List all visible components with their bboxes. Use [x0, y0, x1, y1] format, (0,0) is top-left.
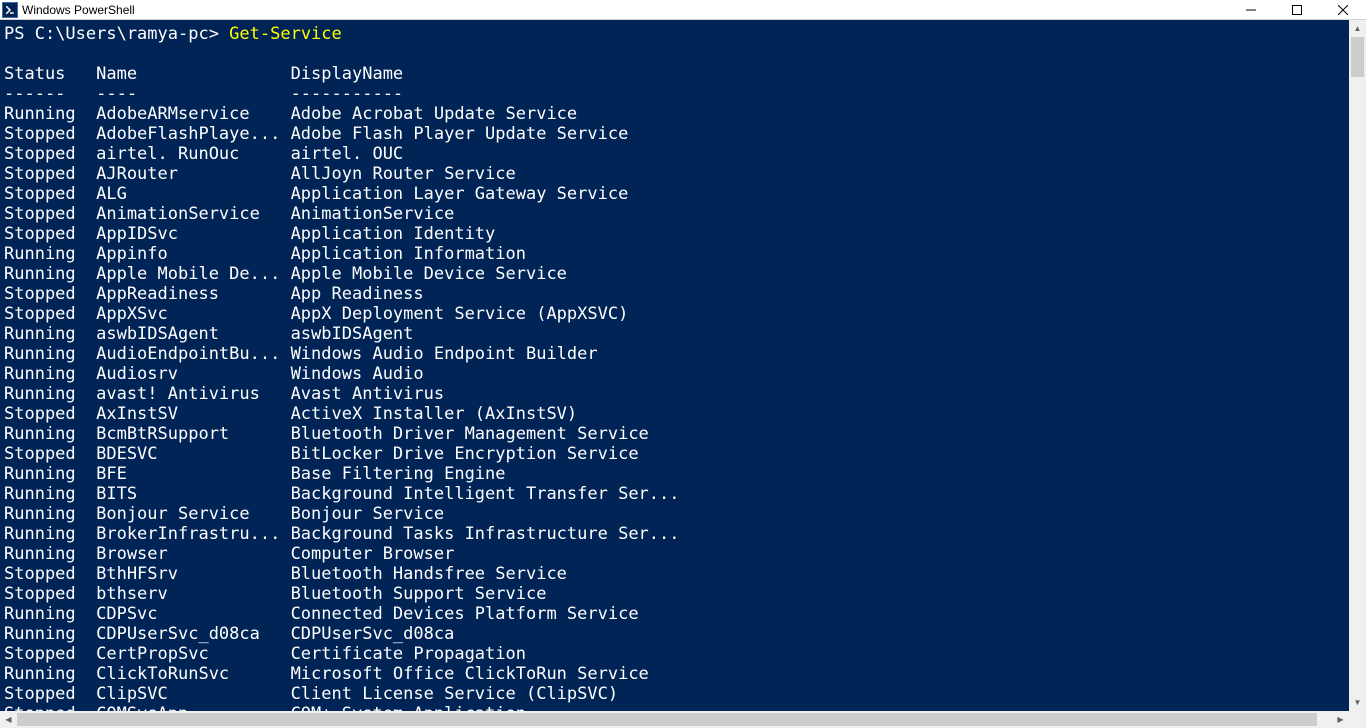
- horizontal-scroll-thumb[interactable]: [17, 713, 1317, 726]
- service-row: Stopped AdobeFlashPlaye... Adobe Flash P…: [4, 124, 1349, 144]
- scroll-up-arrow-icon[interactable]: ▲: [1349, 20, 1366, 37]
- service-row: Running ClickToRunSvc Microsoft Office C…: [4, 664, 1349, 684]
- service-row: Running AudioEndpointBu... Windows Audio…: [4, 344, 1349, 364]
- command-text: Get-Service: [229, 24, 342, 44]
- column-separator-row: ------ ---- -----------: [4, 84, 1349, 104]
- service-row: Stopped airtel. RunOuc airtel. OUC: [4, 144, 1349, 164]
- service-row: Stopped AnimationService AnimationServic…: [4, 204, 1349, 224]
- service-row: Stopped AppIDSvc Application Identity: [4, 224, 1349, 244]
- service-row: Running BcmBtRSupport Bluetooth Driver M…: [4, 424, 1349, 444]
- window-titlebar: Windows PowerShell: [0, 0, 1366, 20]
- scrollbar-corner: [1349, 711, 1366, 728]
- blank-line: [4, 44, 1349, 64]
- service-row: Stopped COMSysApp COM+ System Applicatio…: [4, 704, 1349, 711]
- terminal-area: PS C:\Users\ramya-pc> Get-Service Status…: [0, 20, 1366, 711]
- window-controls: [1228, 0, 1366, 19]
- service-row: Running avast! Antivirus Avast Antivirus: [4, 384, 1349, 404]
- terminal-output[interactable]: PS C:\Users\ramya-pc> Get-Service Status…: [0, 20, 1349, 711]
- prompt-line: PS C:\Users\ramya-pc> Get-Service: [4, 24, 1349, 44]
- service-row: Stopped AppXSvc AppX Deployment Service …: [4, 304, 1349, 324]
- close-button[interactable]: [1320, 0, 1366, 20]
- horizontal-scrollbar[interactable]: ◀ ▶: [0, 711, 1366, 728]
- service-row: Running CDPSvc Connected Devices Platfor…: [4, 604, 1349, 624]
- service-row: Stopped CertPropSvc Certificate Propagat…: [4, 644, 1349, 664]
- service-row: Running Audiosrv Windows Audio: [4, 364, 1349, 384]
- service-row: Stopped BDESVC BitLocker Drive Encryptio…: [4, 444, 1349, 464]
- service-row: Stopped BthHFSrv Bluetooth Handsfree Ser…: [4, 564, 1349, 584]
- maximize-button[interactable]: [1274, 0, 1320, 20]
- prompt-text: PS C:\Users\ramya-pc>: [4, 24, 229, 44]
- service-row: Stopped ClipSVC Client License Service (…: [4, 684, 1349, 704]
- vertical-scroll-thumb[interactable]: [1351, 37, 1364, 77]
- service-row: Running AdobeARMservice Adobe Acrobat Up…: [4, 104, 1349, 124]
- vertical-scrollbar[interactable]: ▲ ▼: [1349, 20, 1366, 711]
- column-header-row: Status Name DisplayName: [4, 64, 1349, 84]
- minimize-button[interactable]: [1228, 0, 1274, 20]
- window-title: Windows PowerShell: [22, 3, 135, 17]
- service-row: Running Appinfo Application Information: [4, 244, 1349, 264]
- service-row: Stopped AxInstSV ActiveX Installer (AxIn…: [4, 404, 1349, 424]
- scroll-left-arrow-icon[interactable]: ◀: [0, 711, 17, 728]
- service-row: Running Apple Mobile De... Apple Mobile …: [4, 264, 1349, 284]
- scroll-down-arrow-icon[interactable]: ▼: [1349, 694, 1366, 711]
- scroll-right-arrow-icon[interactable]: ▶: [1332, 711, 1349, 728]
- service-row: Running BITS Background Intelligent Tran…: [4, 484, 1349, 504]
- service-row: Stopped AJRouter AllJoyn Router Service: [4, 164, 1349, 184]
- powershell-icon: [2, 2, 18, 18]
- service-row: Running aswbIDSAgent aswbIDSAgent: [4, 324, 1349, 344]
- service-row: Running Browser Computer Browser: [4, 544, 1349, 564]
- titlebar-left: Windows PowerShell: [0, 2, 135, 18]
- service-row: Stopped ALG Application Layer Gateway Se…: [4, 184, 1349, 204]
- service-row: Stopped bthserv Bluetooth Support Servic…: [4, 584, 1349, 604]
- service-row: Running BFE Base Filtering Engine: [4, 464, 1349, 484]
- service-row: Running BrokerInfrastru... Background Ta…: [4, 524, 1349, 544]
- service-row: Running CDPUserSvc_d08ca CDPUserSvc_d08c…: [4, 624, 1349, 644]
- service-row: Running Bonjour Service Bonjour Service: [4, 504, 1349, 524]
- service-row: Stopped AppReadiness App Readiness: [4, 284, 1349, 304]
